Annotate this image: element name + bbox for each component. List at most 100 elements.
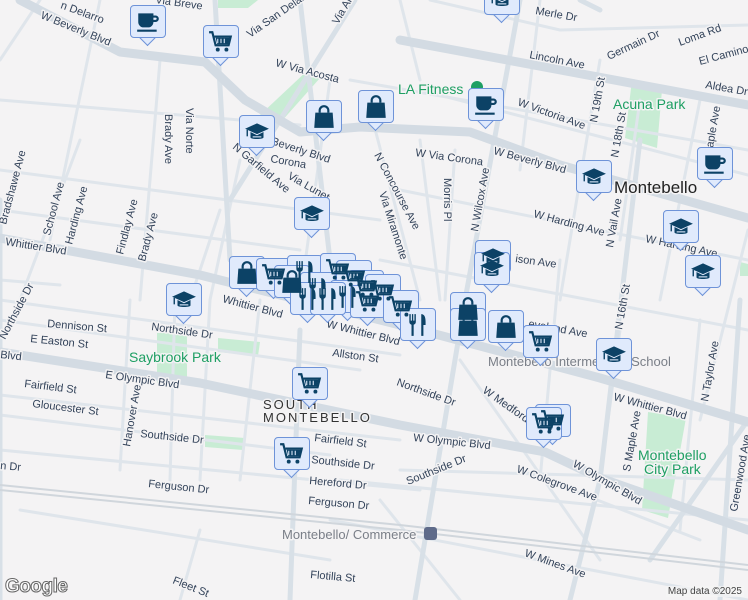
school-icon xyxy=(601,342,627,368)
marker-shopping[interactable] xyxy=(450,308,486,353)
street-label: ison Ave xyxy=(515,253,558,271)
park-label-acuna: Acuna Park xyxy=(613,96,686,112)
street-label: Brady Ave xyxy=(136,211,161,262)
marker-school[interactable] xyxy=(576,160,612,205)
street-label: n Dr xyxy=(0,460,22,474)
street-label: W Olympic Blvd xyxy=(413,432,491,452)
street-label: Flotilla St xyxy=(310,569,356,585)
street-label: Harding Ave xyxy=(63,185,90,246)
marker-grocery[interactable] xyxy=(292,367,328,412)
park-label-saybrook: Saybrook Park xyxy=(129,349,222,365)
street-label: Blvd xyxy=(0,349,22,363)
street-label: Hereford Dr xyxy=(309,475,368,492)
street-label: N 19th St xyxy=(588,76,608,123)
school-icon xyxy=(489,0,515,12)
shopping-icon xyxy=(363,94,389,120)
park-hanover-strip xyxy=(740,262,748,276)
shopping-icon xyxy=(234,260,260,286)
marker-box xyxy=(358,90,394,123)
marker-box xyxy=(468,88,504,121)
marker-box xyxy=(526,407,562,440)
marker-box xyxy=(663,210,699,243)
marker-cafe[interactable] xyxy=(697,147,733,192)
marker-shopping[interactable] xyxy=(358,90,394,135)
marker-school[interactable] xyxy=(663,210,699,255)
street-label: School Ave xyxy=(41,181,67,237)
marker-box xyxy=(350,285,386,318)
marker-box xyxy=(400,308,436,341)
station-label[interactable]: Montebello/ Commerce xyxy=(281,526,418,544)
poi-school-label[interactable]: Montebello Intermediate School xyxy=(487,353,673,371)
school-icon xyxy=(171,287,197,313)
marker-box xyxy=(306,100,342,133)
marker-box xyxy=(130,5,166,38)
marker-box xyxy=(203,25,239,58)
shopping-icon xyxy=(493,314,519,340)
marker-school[interactable] xyxy=(685,255,721,300)
grocery-icon xyxy=(531,411,557,437)
marker-box xyxy=(488,310,524,343)
street-label: E Easton St xyxy=(30,333,89,351)
marker-box xyxy=(310,282,346,315)
shopping-icon xyxy=(455,312,481,338)
grocery-icon xyxy=(208,29,234,55)
marker-grocery[interactable] xyxy=(203,25,239,70)
street-label: El Camino xyxy=(698,43,748,68)
marker-restaurant[interactable] xyxy=(400,308,436,353)
school-icon xyxy=(581,164,607,190)
map-attribution[interactable]: Map data ©2025 xyxy=(665,586,744,597)
marker-school[interactable] xyxy=(474,252,510,297)
marker-grocery[interactable] xyxy=(274,437,310,482)
school-icon xyxy=(479,256,505,282)
marker-box xyxy=(166,283,202,316)
school-icon xyxy=(299,201,325,227)
marker-box xyxy=(274,437,310,470)
marker-school[interactable] xyxy=(596,338,632,383)
marker-school[interactable] xyxy=(294,197,330,242)
street-label: Gloucester St xyxy=(32,398,100,418)
marker-shopping[interactable] xyxy=(306,100,342,145)
grocery-icon xyxy=(355,289,381,315)
shopping-icon xyxy=(311,104,337,130)
street-label: N Taylor Ave xyxy=(699,340,721,403)
marker-box xyxy=(484,0,520,15)
marker-cafe[interactable] xyxy=(130,5,166,50)
grocery-icon xyxy=(528,329,554,355)
marker-box xyxy=(697,147,733,180)
park-label-city-2: City Park xyxy=(644,461,702,477)
marker-school[interactable] xyxy=(484,0,520,27)
street-label: Brady Ave xyxy=(162,114,174,164)
marker-box xyxy=(450,308,486,341)
street-label: W Via Corona xyxy=(415,147,485,169)
cafe-icon xyxy=(702,151,728,177)
area-label-montebello: MONTEBELLO xyxy=(263,410,372,425)
google-logo[interactable]: Google xyxy=(4,576,68,598)
marker-school[interactable] xyxy=(166,283,202,328)
poi-la-fitness[interactable]: LA Fitness xyxy=(397,80,465,99)
marker-box xyxy=(523,325,559,358)
marker-box xyxy=(292,367,328,400)
street-label: Southside Dr xyxy=(311,454,376,473)
marker-shopping[interactable] xyxy=(488,310,524,355)
marker-grocery[interactable] xyxy=(350,285,386,330)
street-label: N Wilcox Ave xyxy=(469,167,492,233)
grocery-icon xyxy=(279,441,305,467)
marker-cafe[interactable] xyxy=(468,88,504,133)
street-label: Merle Dr xyxy=(534,5,578,24)
street-label: Via Norte xyxy=(183,108,195,154)
cafe-icon xyxy=(135,9,161,35)
marker-box xyxy=(576,160,612,193)
marker-grocery[interactable] xyxy=(526,407,562,452)
street-label: Fleet St xyxy=(171,575,211,600)
marker-box xyxy=(239,115,275,148)
marker-grocery[interactable] xyxy=(523,325,559,370)
restaurant-icon xyxy=(405,312,431,338)
marker-school[interactable] xyxy=(239,115,275,160)
cafe-icon xyxy=(473,92,499,118)
marker-box xyxy=(294,197,330,230)
restaurant-icon xyxy=(315,286,341,312)
marker-restaurant[interactable] xyxy=(310,282,346,327)
school-icon xyxy=(668,214,694,240)
train-station-icon[interactable] xyxy=(424,527,437,540)
school-icon xyxy=(690,259,716,285)
